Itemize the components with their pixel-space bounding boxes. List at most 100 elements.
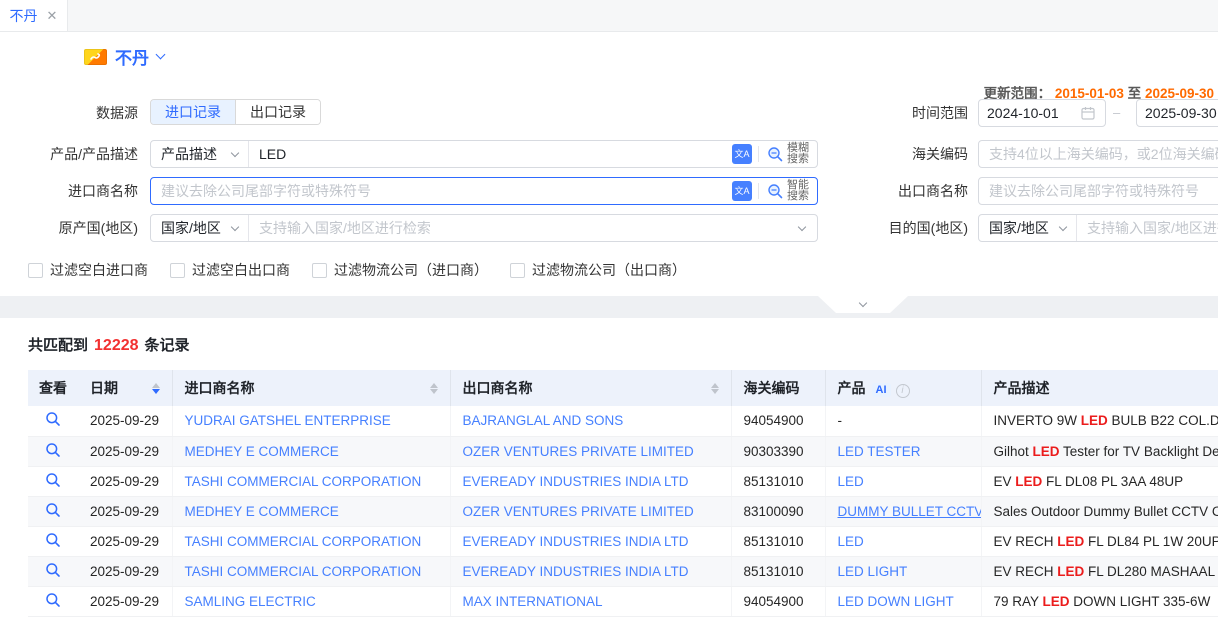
cell-product[interactable]: DUMMY BULLET CCTV...: [825, 496, 981, 526]
exporter-link[interactable]: MAX INTERNATIONAL: [463, 594, 603, 609]
checkbox-icon[interactable]: [312, 263, 327, 278]
date-end-field[interactable]: [1136, 99, 1218, 127]
collapse-panel-button[interactable]: [818, 296, 908, 313]
view-record-button[interactable]: [28, 466, 78, 496]
exporter-link[interactable]: EVEREADY INDUSTRIES INDIA LTD: [463, 474, 689, 489]
col-importer[interactable]: 进口商名称: [172, 370, 450, 406]
col-hs-code: 海关编码: [731, 370, 825, 406]
cell-product[interactable]: LED TESTER: [825, 436, 981, 466]
view-icon[interactable]: [45, 592, 61, 608]
cell-exporter[interactable]: OZER VENTURES PRIVATE LIMITED: [450, 496, 731, 526]
checkbox-filter-blank-exporter[interactable]: 过滤空白出口商: [170, 260, 290, 280]
view-record-button[interactable]: [28, 586, 78, 616]
view-icon[interactable]: [45, 442, 61, 458]
product-link[interactable]: LED DOWN LIGHT: [838, 594, 954, 609]
close-icon[interactable]: ✕: [47, 8, 58, 24]
cell-product[interactable]: LED LIGHT: [825, 556, 981, 586]
exporter-link[interactable]: OZER VENTURES PRIVATE LIMITED: [463, 504, 694, 519]
cell-importer[interactable]: TASHI COMMERCIAL CORPORATION: [172, 526, 450, 556]
product-link[interactable]: LED: [838, 534, 864, 549]
importer-name-input[interactable]: [151, 178, 726, 204]
checkbox-filter-logistics-importer[interactable]: 过滤物流公司（进口商）: [312, 260, 488, 280]
importer-link[interactable]: TASHI COMMERCIAL CORPORATION: [185, 564, 422, 579]
view-record-button[interactable]: [28, 406, 78, 436]
exporter-link[interactable]: EVEREADY INDUSTRIES INDIA LTD: [463, 564, 689, 579]
product-link[interactable]: LED LIGHT: [838, 564, 908, 579]
cell-exporter[interactable]: EVEREADY INDUSTRIES INDIA LTD: [450, 526, 731, 556]
chevron-down-icon[interactable]: [156, 50, 166, 60]
cell-exporter[interactable]: BAJRANGLAL AND SONS: [450, 406, 731, 436]
cell-exporter[interactable]: EVEREADY INDUSTRIES INDIA LTD: [450, 466, 731, 496]
col-date[interactable]: 日期: [78, 370, 172, 406]
sort-icon[interactable]: [711, 383, 719, 394]
origin-country-select[interactable]: 国家/地区: [151, 215, 249, 241]
view-icon[interactable]: [45, 532, 61, 548]
chevron-down-icon: [859, 298, 867, 306]
checkbox-filter-logistics-exporter[interactable]: 过滤物流公司（出口商）: [510, 260, 686, 280]
view-icon[interactable]: [45, 502, 61, 518]
cell-importer[interactable]: MEDHEY E COMMERCE: [172, 436, 450, 466]
view-icon[interactable]: [45, 411, 61, 427]
checkbox-icon[interactable]: [170, 263, 185, 278]
date-start-input[interactable]: [987, 105, 1075, 121]
tab-bhutan[interactable]: 不丹 ✕: [0, 0, 68, 31]
smart-search-button[interactable]: 智能搜索: [759, 180, 817, 203]
cell-product[interactable]: LED DOWN LIGHT: [825, 586, 981, 616]
translate-icon[interactable]: 文A: [732, 144, 752, 164]
checkbox-icon[interactable]: [510, 263, 525, 278]
cell-importer[interactable]: TASHI COMMERCIAL CORPORATION: [172, 556, 450, 586]
country-header[interactable]: 不丹: [84, 44, 164, 69]
view-record-button[interactable]: [28, 556, 78, 586]
product-link[interactable]: LED TESTER: [838, 444, 921, 459]
col-exporter[interactable]: 出口商名称: [450, 370, 731, 406]
hs-code-input[interactable]: [978, 140, 1218, 168]
info-icon[interactable]: i: [896, 384, 910, 398]
view-record-button[interactable]: [28, 526, 78, 556]
panel-gap: [0, 296, 1218, 318]
cell-description: 79 RAY LED DOWN LIGHT 335-6W: [981, 586, 1218, 616]
translate-icon[interactable]: 文A: [732, 181, 752, 201]
view-record-button[interactable]: [28, 436, 78, 466]
cell-importer[interactable]: SAMLING ELECTRIC: [172, 586, 450, 616]
table-row: 2025-09-29TASHI COMMERCIAL CORPORATIONEV…: [28, 526, 1218, 556]
exporter-link[interactable]: OZER VENTURES PRIVATE LIMITED: [463, 444, 694, 459]
destination-country-input[interactable]: [1077, 215, 1218, 241]
cell-exporter[interactable]: EVEREADY INDUSTRIES INDIA LTD: [450, 556, 731, 586]
exporter-name-input[interactable]: [978, 177, 1218, 205]
product-link[interactable]: LED: [838, 474, 864, 489]
importer-link[interactable]: MEDHEY E COMMERCE: [185, 504, 339, 519]
date-end-input[interactable]: [1145, 105, 1218, 121]
cell-importer[interactable]: YUDRAI GATSHEL ENTERPRISE: [172, 406, 450, 436]
cell-exporter[interactable]: MAX INTERNATIONAL: [450, 586, 731, 616]
cell-exporter[interactable]: OZER VENTURES PRIVATE LIMITED: [450, 436, 731, 466]
search-icon: [767, 183, 784, 200]
sort-icon[interactable]: [430, 383, 438, 394]
sort-icon[interactable]: [152, 383, 160, 394]
view-icon[interactable]: [45, 562, 61, 578]
product-search-input[interactable]: [249, 141, 726, 167]
importer-link[interactable]: TASHI COMMERCIAL CORPORATION: [185, 474, 422, 489]
product-link[interactable]: DUMMY BULLET CCTV...: [838, 504, 982, 519]
origin-country-input[interactable]: [249, 215, 799, 241]
exporter-link[interactable]: BAJRANGLAL AND SONS: [463, 413, 624, 428]
importer-link[interactable]: MEDHEY E COMMERCE: [185, 444, 339, 459]
importer-link[interactable]: TASHI COMMERCIAL CORPORATION: [185, 534, 422, 549]
cell-importer[interactable]: MEDHEY E COMMERCE: [172, 496, 450, 526]
view-record-button[interactable]: [28, 496, 78, 526]
view-icon[interactable]: [45, 472, 61, 488]
export-records-tab[interactable]: 出口记录: [235, 100, 320, 124]
product-type-select[interactable]: 产品描述: [151, 141, 249, 167]
cell-product[interactable]: LED: [825, 526, 981, 556]
exporter-link[interactable]: EVEREADY INDUSTRIES INDIA LTD: [463, 534, 689, 549]
checkbox-icon[interactable]: [28, 263, 43, 278]
date-start-field[interactable]: [978, 99, 1106, 127]
cell-importer[interactable]: TASHI COMMERCIAL CORPORATION: [172, 466, 450, 496]
import-records-tab[interactable]: 进口记录: [151, 100, 235, 124]
fuzzy-search-button[interactable]: 模糊搜索: [759, 143, 817, 166]
filter-checkbox-row: 过滤空白进口商 过滤空白出口商 过滤物流公司（进口商） 过滤物流公司（出口商）: [28, 260, 686, 280]
importer-link[interactable]: YUDRAI GATSHEL ENTERPRISE: [185, 413, 391, 428]
importer-link[interactable]: SAMLING ELECTRIC: [185, 594, 316, 609]
cell-product[interactable]: LED: [825, 466, 981, 496]
destination-country-select[interactable]: 国家/地区: [979, 215, 1077, 241]
checkbox-filter-blank-importer[interactable]: 过滤空白进口商: [28, 260, 148, 280]
